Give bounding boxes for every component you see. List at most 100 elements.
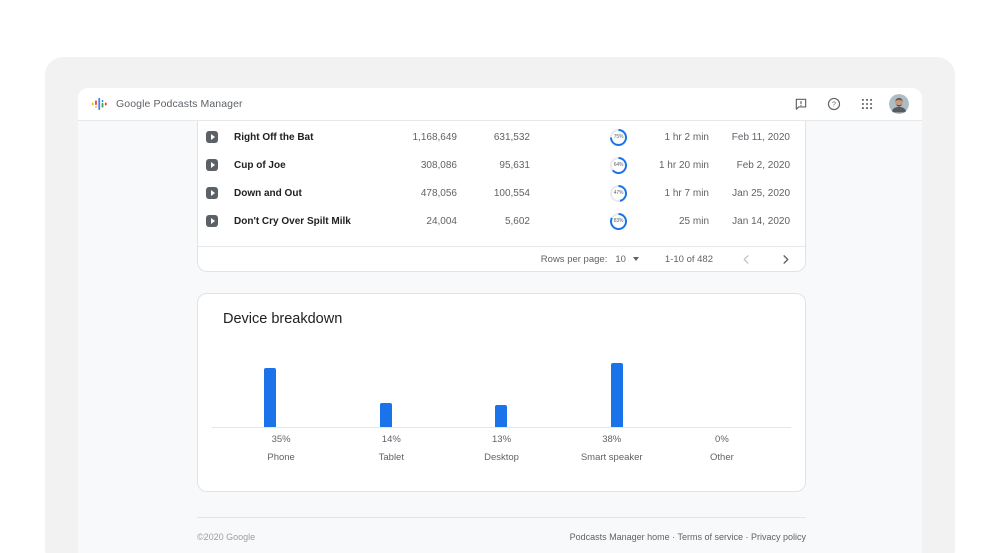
table-row[interactable]: Don't Cry Over Spilt Milk 24,004 5,602 8… — [198, 207, 805, 235]
play-icon — [211, 218, 215, 224]
play-icon — [211, 134, 215, 140]
avatar-photo — [889, 94, 909, 114]
episode-listeners: 95,631 — [457, 160, 530, 171]
episode-date: Jan 14, 2020 — [709, 216, 790, 227]
apps-grid-icon — [860, 97, 874, 111]
google-podcasts-logo-icon — [91, 96, 107, 112]
footer-link-separator: · — [743, 532, 751, 542]
account-avatar[interactable] — [889, 94, 909, 114]
episode-duration: 1 hr 20 min — [636, 160, 709, 171]
rows-per-page-value[interactable]: 10 — [615, 254, 626, 265]
play-button[interactable] — [206, 187, 218, 199]
episode-title[interactable]: Cup of Joe — [230, 160, 376, 171]
bar-value-label: 14% — [336, 434, 446, 445]
episode-listeners: 100,554 — [457, 188, 530, 199]
episode-title[interactable]: Down and Out — [230, 188, 376, 199]
chart-bar — [495, 405, 507, 427]
retention-ring: 64% — [610, 157, 627, 174]
chart-label-column: 38% Smart speaker — [557, 428, 667, 463]
bar-category-label: Phone — [226, 452, 336, 463]
episode-listeners: 5,602 — [457, 216, 530, 227]
bar-category-label: Other — [667, 452, 777, 463]
feedback-button[interactable] — [790, 93, 812, 115]
chevron-right-icon — [780, 254, 791, 265]
copyright-text: ©2020 Google — [197, 532, 255, 542]
retention-percent: 83% — [612, 215, 625, 228]
bar-value-label: 38% — [557, 434, 667, 445]
play-icon — [211, 190, 215, 196]
chart-column — [444, 405, 560, 427]
next-page-button[interactable] — [779, 253, 791, 265]
episode-date: Feb 11, 2020 — [709, 132, 790, 143]
episode-plays: 1,168,649 — [376, 132, 457, 143]
episode-title[interactable]: Don't Cry Over Spilt Milk — [230, 216, 376, 227]
episode-listeners: 631,532 — [457, 132, 530, 143]
pagination-bar: Rows per page: 10 1-10 of 482 — [198, 246, 805, 271]
retention-percent: 47% — [612, 187, 625, 200]
chart-column — [212, 368, 328, 427]
retention-ring: 83% — [610, 213, 627, 230]
bar-value-label: 13% — [446, 434, 556, 445]
retention-percent: 75% — [612, 131, 625, 144]
app-title: Google Podcasts Manager — [116, 98, 243, 110]
table-row[interactable]: Right Off the Bat 1,168,649 631,532 75% … — [198, 123, 805, 151]
episode-duration: 25 min — [636, 216, 709, 227]
help-icon: ? — [827, 97, 841, 111]
episode-date: Feb 2, 2020 — [709, 160, 790, 171]
play-icon — [211, 162, 215, 168]
chart-column — [559, 363, 675, 427]
device-breakdown-title: Device breakdown — [223, 311, 805, 327]
chart-label-column: 13% Desktop — [446, 428, 556, 463]
retention-cell: 47% — [530, 185, 636, 202]
bar-value-label: 0% — [667, 434, 777, 445]
chart-label-column: 14% Tablet — [336, 428, 446, 463]
episode-plays: 478,056 — [376, 188, 457, 199]
bar-category-label: Desktop — [446, 452, 556, 463]
play-button[interactable] — [206, 131, 218, 143]
retention-cell: 75% — [530, 129, 636, 146]
footer-links: Podcasts Manager home · Terms of service… — [570, 532, 806, 542]
device-breakdown-card: Device breakdown 35% Phone 14% Tablet 13… — [197, 293, 806, 492]
episode-plays: 24,004 — [376, 216, 457, 227]
bar-category-label: Smart speaker — [557, 452, 667, 463]
app-content: Right Off the Bat 1,168,649 631,532 75% … — [78, 121, 922, 542]
episodes-table-card: Right Off the Bat 1,168,649 631,532 75% … — [197, 121, 806, 272]
chart-bar — [611, 363, 623, 427]
chart-labels: 35% Phone 14% Tablet 13% Desktop 38% Sma… — [212, 428, 791, 463]
table-row[interactable]: Down and Out 478,056 100,554 47% 1 hr 7 … — [198, 179, 805, 207]
help-button[interactable]: ? — [823, 93, 845, 115]
chart-bar — [380, 403, 392, 427]
footer-link[interactable]: Podcasts Manager home — [570, 532, 670, 542]
episode-title[interactable]: Right Off the Bat — [230, 132, 376, 143]
retention-percent: 64% — [612, 159, 625, 172]
apps-grid-button[interactable] — [856, 93, 878, 115]
episode-date: Jan 25, 2020 — [709, 188, 790, 199]
app-window: Google Podcasts Manager ? — [78, 88, 922, 553]
footer-link[interactable]: Privacy policy — [751, 532, 806, 542]
retention-ring: 47% — [610, 185, 627, 202]
chart-label-column: 35% Phone — [226, 428, 336, 463]
retention-cell: 64% — [530, 157, 636, 174]
pagination-range: 1-10 of 482 — [665, 254, 713, 265]
chart-column — [328, 403, 444, 427]
episodes-rows: Right Off the Bat 1,168,649 631,532 75% … — [198, 121, 805, 246]
play-button[interactable] — [206, 215, 218, 227]
chart-label-column: 0% Other — [667, 428, 777, 463]
bar-category-label: Tablet — [336, 452, 446, 463]
table-row[interactable]: Cup of Joe 308,086 95,631 64% 1 hr 20 mi… — [198, 151, 805, 179]
app-header: Google Podcasts Manager ? — [78, 88, 922, 121]
rows-per-page-dropdown-icon[interactable] — [633, 257, 639, 261]
play-button[interactable] — [206, 159, 218, 171]
episode-duration: 1 hr 2 min — [636, 132, 709, 143]
episode-duration: 1 hr 7 min — [636, 188, 709, 199]
retention-cell: 83% — [530, 213, 636, 230]
device-breakdown-chart: 35% Phone 14% Tablet 13% Desktop 38% Sma… — [198, 348, 805, 463]
screenshot-canvas: Google Podcasts Manager ? — [0, 0, 1000, 553]
footer-link[interactable]: Terms of service — [677, 532, 743, 542]
retention-ring: 75% — [610, 129, 627, 146]
svg-text:?: ? — [832, 102, 836, 109]
rows-per-page-label: Rows per page: — [541, 254, 608, 265]
feedback-icon — [794, 97, 808, 111]
previous-page-button[interactable] — [740, 253, 752, 265]
chart-bar — [264, 368, 276, 427]
